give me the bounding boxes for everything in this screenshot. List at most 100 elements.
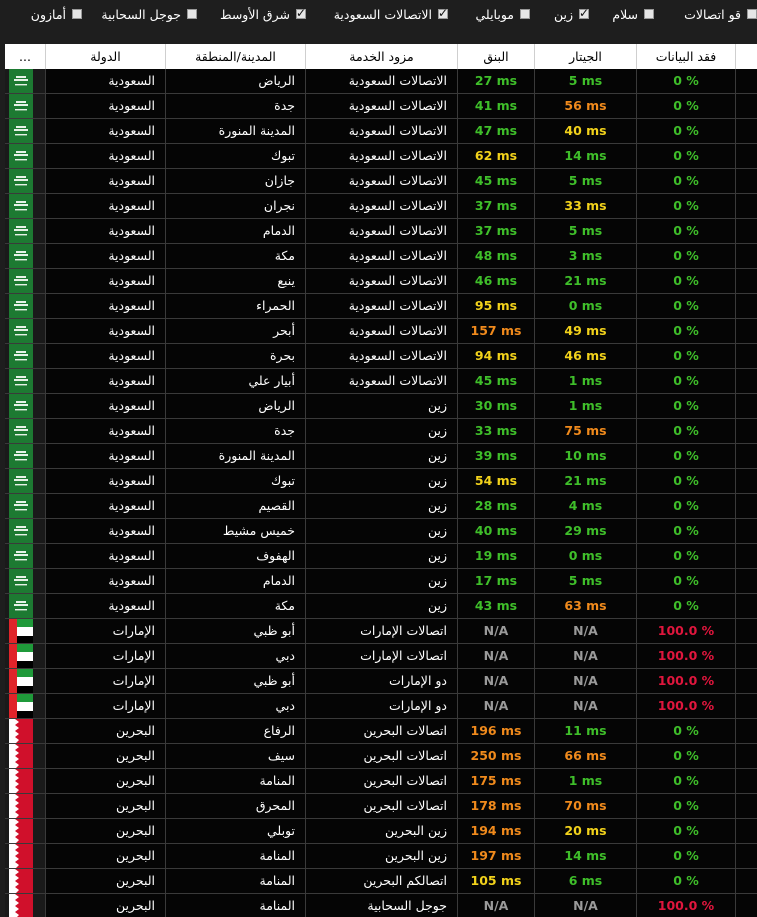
cell-ping: 33 ms — [458, 419, 535, 444]
table-row[interactable]: البحرين توبلي زين البحرين 194 ms 20 ms 0 % — [5, 819, 757, 844]
table-row[interactable]: السعودية أبيار علي الاتصالات السعودية 45 ms… — [5, 369, 757, 394]
cell-jitter: 1 ms — [535, 394, 637, 419]
header-flag[interactable]: ... — [5, 44, 46, 69]
checkbox-checked-icon[interactable] — [296, 6, 306, 20]
table-row[interactable]: السعودية مكة الاتصالات السعودية 48 ms 3 ms 0 … — [5, 244, 757, 269]
cell-flag — [5, 844, 46, 869]
filter-checkbox[interactable]: سلام — [587, 3, 654, 25]
table-row[interactable]: البحرين المنامة زين البحرين 197 ms 14 ms 0 % — [5, 844, 757, 869]
table-row[interactable]: السعودية القصيم زين 28 ms 4 ms 0 % — [5, 494, 757, 519]
filter-checkbox[interactable]: موبايلي — [458, 3, 530, 25]
cell-ping: 196 ms — [458, 719, 535, 744]
flag-bh-icon — [9, 719, 33, 743]
cell-loss: 0 % — [637, 144, 736, 169]
table-row[interactable]: السعودية المدينة المنورة زين 39 ms 10 ms 0 % — [5, 444, 757, 469]
table-row[interactable]: السعودية تبوك زين 54 ms 21 ms 0 % — [5, 469, 757, 494]
checkbox-checked-icon[interactable] — [438, 6, 448, 20]
cell-spacer — [736, 94, 757, 119]
table-row[interactable]: السعودية الدمام زين 17 ms 5 ms 0 % — [5, 569, 757, 594]
cell-city: الهفوف — [166, 544, 306, 569]
checkbox-unchecked-icon[interactable] — [72, 9, 82, 19]
cell-ping: 45 ms — [458, 369, 535, 394]
table-row[interactable]: السعودية ينبع الاتصالات السعودية 46 ms 21 ms… — [5, 269, 757, 294]
cell-city: سيف — [166, 744, 306, 769]
table-row[interactable]: الإمارات دبي دو الإمارات N/A N/A 100.0 % — [5, 694, 757, 719]
table-row[interactable]: البحرين الرفاع اتصالات البحرين 196 ms 11 ms 0… — [5, 719, 757, 744]
cell-ping: 39 ms — [458, 444, 535, 469]
cell-spacer — [736, 194, 757, 219]
table-row[interactable]: البحرين المحرق اتصالات البحرين 178 ms 70 ms 0… — [5, 794, 757, 819]
cell-city: دبي — [166, 694, 306, 719]
checkbox-unchecked-icon[interactable] — [520, 9, 530, 19]
cell-city: بحرة — [166, 344, 306, 369]
table-row[interactable]: السعودية بحرة الاتصالات السعودية 94 ms 46 ms… — [5, 344, 757, 369]
flag-sa-icon — [9, 244, 33, 268]
cell-ping: 54 ms — [458, 469, 535, 494]
table-row[interactable]: السعودية الدمام الاتصالات السعودية 37 ms 5 m… — [5, 219, 757, 244]
cell-flag — [5, 869, 46, 894]
filter-checkbox[interactable]: أمازون — [22, 3, 82, 25]
filter-checkbox[interactable]: جوجل السحابية — [97, 3, 197, 25]
filter-checkbox[interactable]: زين — [549, 3, 589, 25]
cell-city: الرياض — [166, 69, 306, 94]
table-row[interactable]: البحرين سيف اتصالات البحرين 250 ms 66 ms 0 % — [5, 744, 757, 769]
cell-flag — [5, 69, 46, 94]
cell-city: المنامة — [166, 844, 306, 869]
filter-checkbox[interactable]: قو اتصالات — [677, 3, 757, 25]
table-row[interactable]: البحرين المنامة اتصالات البحرين 175 ms 1 ms 0… — [5, 769, 757, 794]
table-row[interactable]: السعودية جدة زين 33 ms 75 ms 0 % — [5, 419, 757, 444]
table-row[interactable]: الإمارات أبو ظبي اتصالات الإمارات N/A N/A 100… — [5, 619, 757, 644]
table-row[interactable]: السعودية مكة زين 43 ms 63 ms 0 % — [5, 594, 757, 619]
table-row[interactable]: السعودية جازان الاتصالات السعودية 45 ms 5 ms… — [5, 169, 757, 194]
filter-checkbox[interactable]: الاتصالات السعودية — [326, 3, 448, 25]
cell-flag — [5, 419, 46, 444]
checkbox-checked-icon[interactable] — [579, 6, 589, 20]
table-row[interactable]: السعودية الحمراء الاتصالات السعودية 95 ms 0 … — [5, 294, 757, 319]
cell-provider: الاتصالات السعودية — [306, 294, 458, 319]
header-loss[interactable]: فقد البيانات — [637, 44, 736, 69]
cell-provider: اتصالكم البحرين — [306, 869, 458, 894]
cell-spacer — [736, 294, 757, 319]
cell-jitter: 1 ms — [535, 769, 637, 794]
filter-label: سلام — [612, 6, 638, 22]
cell-ping: 30 ms — [458, 394, 535, 419]
table-row[interactable]: السعودية نجران الاتصالات السعودية 37 ms 33 m… — [5, 194, 757, 219]
cell-country: السعودية — [46, 594, 166, 619]
header-ping[interactable]: البنق — [458, 44, 535, 69]
cell-loss: 100.0 % — [637, 669, 736, 694]
table-row[interactable]: السعودية المدينة المنورة الاتصالات السعودي… — [5, 119, 757, 144]
servers-table: ... الدولة المدينة/المنطقة مزود الخدمة ا… — [5, 44, 757, 917]
table-row[interactable]: الإمارات دبي اتصالات الإمارات N/A N/A 100.0 % — [5, 644, 757, 669]
cell-ping: 94 ms — [458, 344, 535, 369]
cell-country: الإمارات — [46, 619, 166, 644]
table-row[interactable]: البحرين المنامة اتصالكم البحرين 105 ms 6 ms 0… — [5, 869, 757, 894]
filter-checkbox[interactable]: شرق الأوسط — [216, 3, 306, 25]
table-row[interactable]: الإمارات أبو ظبي دو الإمارات N/A N/A 100.0 % — [5, 669, 757, 694]
checkbox-unchecked-icon[interactable] — [747, 9, 757, 19]
cell-country: السعودية — [46, 319, 166, 344]
cell-ping: N/A — [458, 694, 535, 719]
header-country[interactable]: الدولة — [46, 44, 166, 69]
table-row[interactable]: السعودية الرياض زين 30 ms 1 ms 0 % — [5, 394, 757, 419]
cell-loss: 100.0 % — [637, 694, 736, 719]
cell-flag — [5, 219, 46, 244]
header-provider[interactable]: مزود الخدمة — [306, 44, 458, 69]
cell-country: السعودية — [46, 244, 166, 269]
cell-spacer — [736, 569, 757, 594]
table-row[interactable]: السعودية أبحر الاتصالات السعودية 157 ms 49 m… — [5, 319, 757, 344]
cell-loss: 0 % — [637, 794, 736, 819]
header-city[interactable]: المدينة/المنطقة — [166, 44, 306, 69]
cell-jitter: 14 ms — [535, 844, 637, 869]
table-row[interactable]: السعودية الهفوف زين 19 ms 0 ms 0 % — [5, 544, 757, 569]
table-row[interactable]: السعودية الرياض الاتصالات السعودية 27 ms 5 m… — [5, 69, 757, 94]
cell-loss: 100.0 % — [637, 619, 736, 644]
table-row[interactable]: البحرين المنامة جوجل السحابية N/A N/A 100.0 % — [5, 894, 757, 917]
cell-ping: 17 ms — [458, 569, 535, 594]
cell-ping: 37 ms — [458, 219, 535, 244]
header-jitter[interactable]: الجيتار — [535, 44, 637, 69]
table-row[interactable]: السعودية خميس مشيط زين 40 ms 29 ms 0 % — [5, 519, 757, 544]
checkbox-unchecked-icon[interactable] — [187, 9, 197, 19]
table-row[interactable]: السعودية جدة الاتصالات السعودية 41 ms 56 ms 0… — [5, 94, 757, 119]
table-row[interactable]: السعودية تبوك الاتصالات السعودية 62 ms 14 ms… — [5, 144, 757, 169]
checkbox-unchecked-icon[interactable] — [644, 9, 654, 19]
